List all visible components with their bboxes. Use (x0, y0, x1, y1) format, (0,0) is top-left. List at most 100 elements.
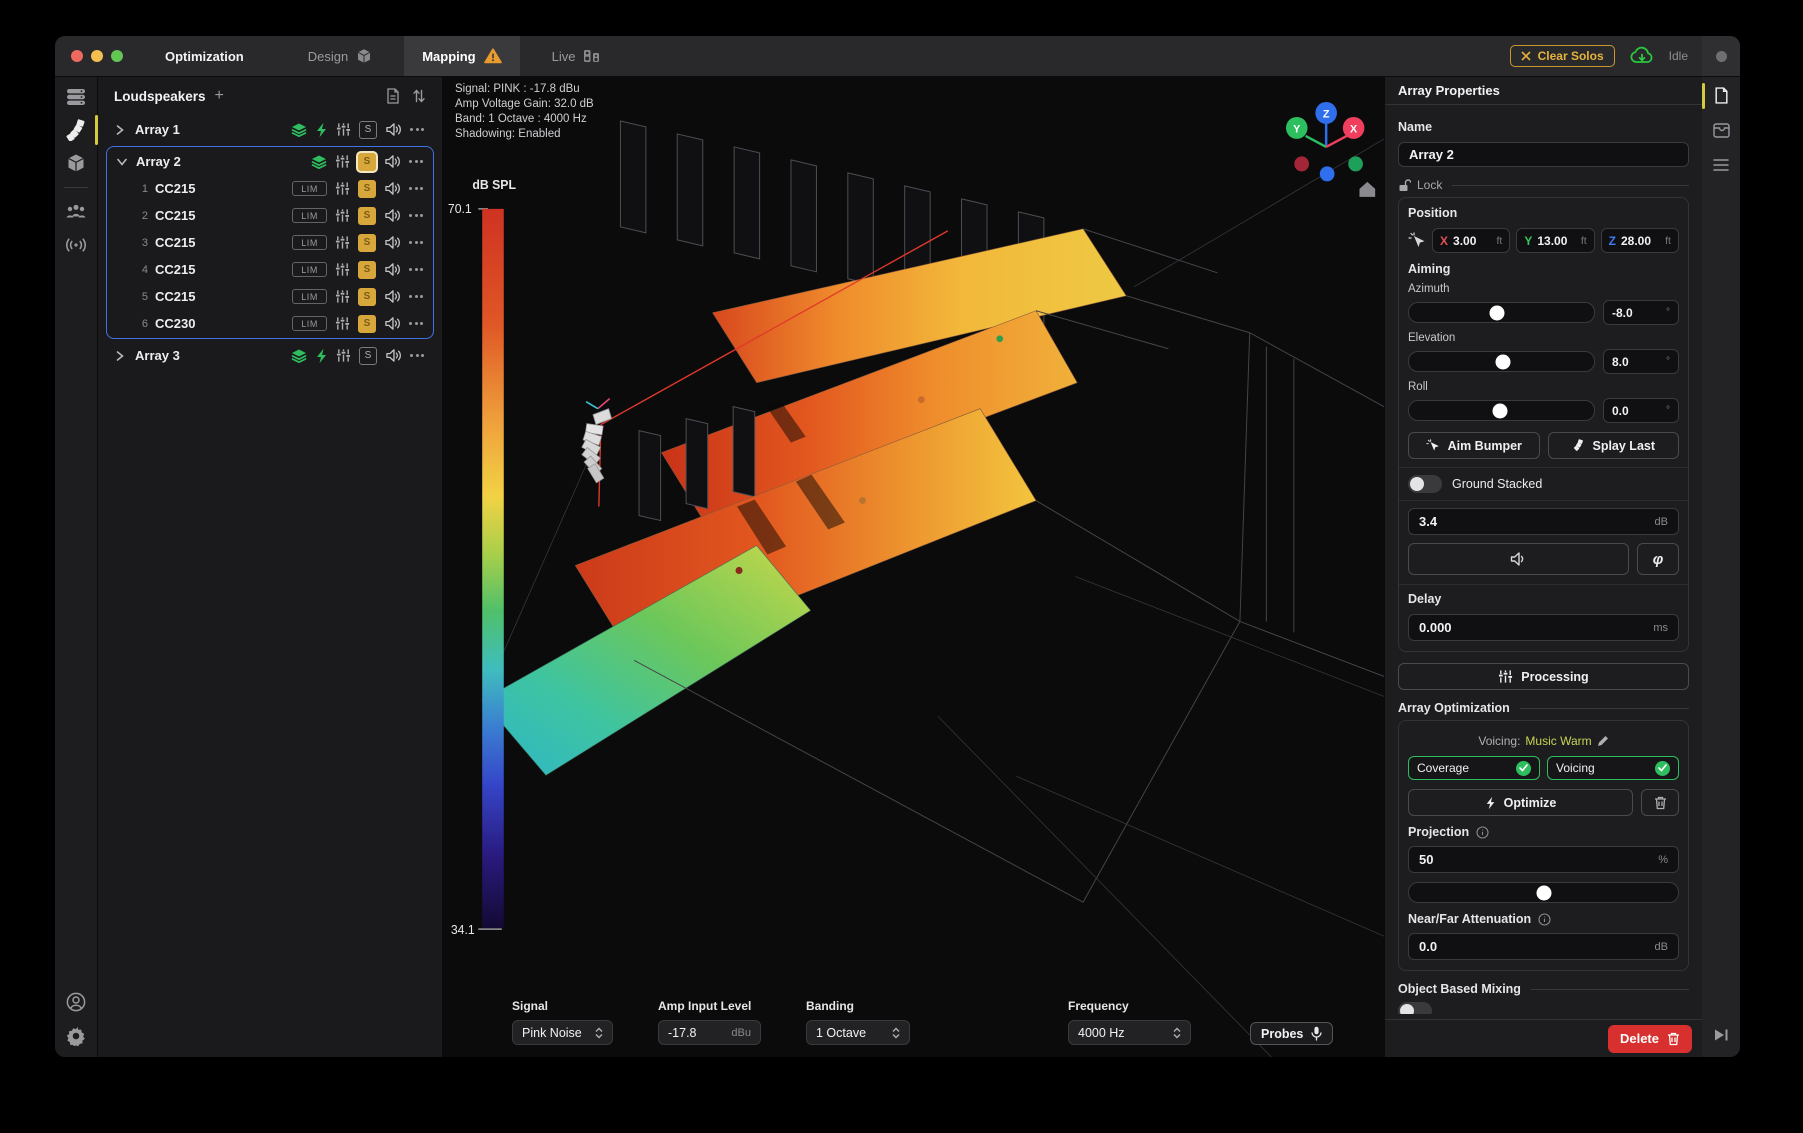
sort-icon[interactable] (412, 88, 426, 104)
projection-slider[interactable] (1408, 882, 1679, 903)
array-name-input[interactable] (1398, 142, 1689, 167)
tab-mapping[interactable]: Mapping (404, 36, 519, 76)
processing-button[interactable]: Processing (1398, 663, 1689, 690)
properties-document-icon[interactable] (1711, 85, 1731, 105)
voicing-chip[interactable]: Voicing (1547, 756, 1679, 780)
delete-array-button[interactable]: Delete (1608, 1025, 1692, 1053)
more-menu-icon[interactable] (409, 295, 423, 298)
roll-value-field[interactable]: 0.0 ° (1603, 398, 1679, 423)
speaker-mute-icon[interactable] (384, 181, 401, 196)
speaker-item-row[interactable]: 1 CC215 LIM S (107, 175, 433, 202)
home-view-icon[interactable] (1359, 182, 1375, 197)
broadcast-icon[interactable] (65, 234, 87, 256)
speaker-mute-icon[interactable] (384, 316, 401, 331)
elevation-slider[interactable] (1408, 351, 1595, 372)
minimize-window-button[interactable] (91, 50, 103, 62)
processing-icon[interactable] (335, 154, 350, 169)
position-x-field[interactable]: X 3.00 ft (1432, 228, 1510, 253)
zoom-window-button[interactable] (111, 50, 123, 62)
speaker-item-row[interactable]: 2 CC215 LIM S (107, 202, 433, 229)
clear-solos-button[interactable]: Clear Solos (1510, 45, 1615, 67)
projection-slider-thumb[interactable] (1536, 885, 1551, 900)
signal-select[interactable]: Pink Noise (512, 1020, 613, 1045)
chevron-right-icon[interactable] (116, 125, 128, 135)
speaker-array-model[interactable] (582, 399, 612, 483)
gizmo-neg-z[interactable] (1320, 166, 1335, 181)
azimuth-slider-thumb[interactable] (1489, 305, 1504, 320)
processing-icon[interactable] (335, 316, 350, 331)
orientation-gizmo[interactable]: Z Y X (1286, 102, 1375, 197)
solo-toggle-active[interactable]: S (358, 288, 376, 306)
coverage-chip[interactable]: Coverage (1408, 756, 1540, 780)
speaker-mute-icon[interactable] (384, 289, 401, 304)
limiter-badge[interactable]: LIM (292, 208, 327, 223)
processing-icon[interactable] (335, 181, 350, 196)
banding-select[interactable]: 1 Octave (806, 1020, 910, 1045)
export-report-icon[interactable] (386, 88, 400, 104)
elevation-value-field[interactable]: 8.0 ° (1603, 349, 1679, 374)
more-menu-icon[interactable] (409, 322, 423, 325)
account-icon[interactable] (65, 991, 87, 1013)
solo-toggle-active[interactable]: S (358, 207, 376, 225)
play-to-end-icon[interactable] (1711, 1025, 1731, 1045)
azimuth-value-field[interactable]: -8.0 ° (1603, 300, 1679, 325)
cloud-sync-icon[interactable] (1629, 46, 1655, 66)
solo-toggle-active[interactable]: S (358, 261, 376, 279)
more-menu-icon[interactable] (409, 241, 423, 244)
speaker-mute-icon[interactable] (384, 208, 401, 223)
more-menu-icon[interactable] (409, 187, 423, 190)
speaker-item-row[interactable]: 3 CC215 LIM S (107, 229, 433, 256)
info-icon[interactable] (1538, 913, 1551, 926)
limiter-badge[interactable]: LIM (292, 235, 327, 250)
optimize-button[interactable]: Optimize (1408, 789, 1633, 816)
more-menu-icon[interactable] (410, 354, 424, 357)
chevron-down-icon[interactable] (117, 158, 129, 166)
roll-slider-thumb[interactable] (1492, 403, 1507, 418)
amp-input-field[interactable]: -17.8 dBu (658, 1020, 761, 1045)
probes-button[interactable]: Probes (1250, 1022, 1333, 1045)
limiter-badge[interactable]: LIM (292, 289, 327, 304)
settings-gear-icon[interactable] (65, 1025, 87, 1047)
processing-icon[interactable] (335, 235, 350, 250)
speaker-mute-icon[interactable] (384, 154, 401, 169)
more-menu-icon[interactable] (410, 128, 424, 131)
processing-icon[interactable] (335, 289, 350, 304)
layers-list-icon[interactable] (1711, 155, 1731, 175)
speaker-array-icon[interactable] (65, 119, 87, 141)
limiter-badge[interactable]: LIM (292, 181, 327, 196)
roll-slider[interactable] (1408, 400, 1595, 421)
tab-optimization[interactable]: Optimization (147, 36, 262, 76)
solo-toggle-active[interactable]: S (358, 315, 376, 333)
library-archive-icon[interactable] (1711, 120, 1731, 140)
tab-design[interactable]: Design (290, 36, 390, 76)
limiter-badge[interactable]: LIM (292, 316, 327, 331)
speaker-item-row[interactable]: 5 CC215 LIM S (107, 283, 433, 310)
delete-optimization-button[interactable] (1641, 789, 1679, 816)
chevron-right-icon[interactable] (116, 351, 128, 361)
solo-toggle-active[interactable]: S (358, 153, 376, 171)
delay-field[interactable]: 0.000 ms (1408, 614, 1679, 641)
array-row-3[interactable]: Array 3 S (106, 342, 434, 369)
tab-live[interactable]: Live (534, 36, 619, 76)
processing-icon[interactable] (336, 348, 351, 363)
ground-stacked-toggle[interactable] (1408, 475, 1442, 493)
obm-toggle[interactable] (1398, 1002, 1432, 1014)
azimuth-slider[interactable] (1408, 302, 1595, 323)
gizmo-neg-y[interactable] (1348, 156, 1363, 171)
audience-icon[interactable] (65, 201, 87, 223)
spl-map-canvas[interactable]: dB SPL 70.1 34.1 Z Y X (443, 77, 1384, 1057)
add-array-button[interactable]: + (215, 88, 224, 104)
more-menu-icon[interactable] (409, 268, 423, 271)
limiter-badge[interactable]: LIM (292, 262, 327, 277)
processing-icon[interactable] (335, 208, 350, 223)
more-menu-icon[interactable] (409, 214, 423, 217)
nearfar-field[interactable]: 0.0 dB (1408, 933, 1679, 960)
info-icon[interactable] (1476, 826, 1489, 839)
elevation-slider-thumb[interactable] (1496, 354, 1511, 369)
speaker-mute-icon[interactable] (385, 348, 402, 363)
projection-field[interactable]: 50 % (1408, 846, 1679, 873)
speaker-mute-icon[interactable] (384, 235, 401, 250)
pick-position-icon[interactable] (1408, 232, 1426, 250)
position-z-field[interactable]: Z 28.00 ft (1601, 228, 1679, 253)
processing-icon[interactable] (335, 262, 350, 277)
